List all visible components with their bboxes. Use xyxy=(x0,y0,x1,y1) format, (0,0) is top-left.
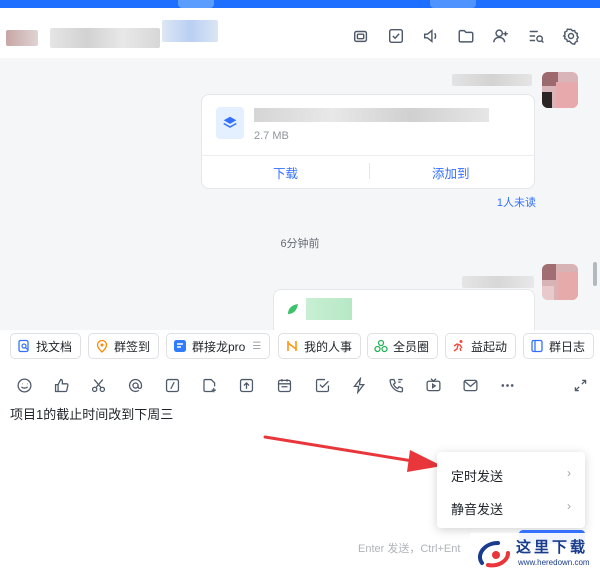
expand-editor-icon[interactable] xyxy=(570,375,590,395)
chat-title-blurred xyxy=(50,28,160,48)
download-button[interactable]: 下载 xyxy=(273,163,298,182)
task-check-icon[interactable] xyxy=(378,26,413,46)
video-meeting-icon[interactable] xyxy=(343,26,378,46)
quick-app-bar: 找文档 群签到 群接龙pro ☰ 我的人事 全员圈 益起动 群日志 xyxy=(0,330,600,364)
file-message-card[interactable]: 2.7 MB 下载 添加到 xyxy=(201,94,535,189)
header-toolbar xyxy=(343,26,588,46)
send-options-menu: 定时发送 › 静音发送 › xyxy=(437,452,585,528)
file-layers-icon xyxy=(216,107,244,139)
more-icon[interactable] xyxy=(497,375,517,395)
emoji-icon[interactable] xyxy=(14,375,34,395)
lightning-icon[interactable] xyxy=(349,375,369,395)
location-pin-icon xyxy=(95,339,109,353)
group-avatar-blurred[interactable] xyxy=(6,30,38,46)
sender-avatar-2[interactable] xyxy=(542,264,578,300)
scheduled-send-item[interactable]: 定时发送 xyxy=(451,466,503,485)
message-card-2[interactable] xyxy=(273,289,535,330)
folder-icon[interactable] xyxy=(448,26,483,46)
chat-header xyxy=(0,8,600,58)
upload-file-icon[interactable] xyxy=(236,375,256,395)
app-leaf-icon xyxy=(286,302,300,316)
sender-name-blurred-2 xyxy=(462,276,534,288)
announcement-icon[interactable] xyxy=(413,26,448,46)
task-icon[interactable] xyxy=(312,375,332,395)
window-top-strip xyxy=(0,0,600,8)
site-watermark: 这里下载 www.heredown.com xyxy=(470,533,600,573)
card-content-blurred xyxy=(306,298,352,320)
file-card-divider xyxy=(202,155,534,156)
circle-icon xyxy=(374,339,388,353)
ding-call-icon[interactable] xyxy=(386,375,406,395)
scissors-icon[interactable] xyxy=(88,375,108,395)
hr-icon xyxy=(285,339,299,353)
add-to-button[interactable]: 添加到 xyxy=(432,163,470,182)
settings-gear-icon[interactable] xyxy=(553,26,588,46)
chevron-right-icon: › xyxy=(567,466,571,480)
quick-app-find-doc[interactable]: 找文档 xyxy=(10,333,82,359)
top-tab-active[interactable] xyxy=(430,0,476,8)
log-icon xyxy=(530,339,544,353)
annotation-arrow xyxy=(263,435,442,472)
file-button-divider xyxy=(369,163,370,179)
add-member-icon[interactable] xyxy=(483,26,518,46)
sender-avatar[interactable] xyxy=(542,72,578,108)
live-tv-icon[interactable] xyxy=(423,375,443,395)
thumbs-up-icon[interactable] xyxy=(51,375,71,395)
new-doc-icon[interactable] xyxy=(199,375,219,395)
watermark-url: www.heredown.com xyxy=(518,558,590,567)
mention-at-icon[interactable] xyxy=(125,375,145,395)
top-tab-highlight xyxy=(178,0,214,8)
read-status[interactable]: 1人未读 xyxy=(497,194,536,210)
message-list[interactable]: 2.7 MB 下载 添加到 1人未读 6分钟前 xyxy=(0,58,600,330)
quick-app-checkin[interactable]: 群签到 xyxy=(88,333,160,359)
file-size: 2.7 MB xyxy=(254,130,289,142)
mail-icon[interactable] xyxy=(460,375,480,395)
quick-app-group-log[interactable]: 群日志 xyxy=(523,333,595,359)
file-name-blurred xyxy=(254,108,489,122)
message-input[interactable]: 项目1的截止时间改到下周三 xyxy=(10,404,173,423)
chat-tag-blurred xyxy=(162,20,218,42)
chip-menu-icon[interactable]: ☰ xyxy=(252,341,261,352)
send-shortcut-hint: Enter 发送，Ctrl+Ent xyxy=(358,543,461,555)
chevron-right-icon: › xyxy=(567,499,571,513)
quick-app-all-staff[interactable]: 全员圈 xyxy=(367,333,439,359)
doc-search-icon xyxy=(17,339,31,353)
search-history-icon[interactable] xyxy=(518,26,553,46)
calendar-icon[interactable] xyxy=(274,375,294,395)
runner-icon xyxy=(452,339,466,353)
watermark-text: 这里下载 xyxy=(516,538,589,556)
quick-app-relay-pro[interactable]: 群接龙pro ☰ xyxy=(166,333,271,359)
relay-icon xyxy=(173,339,187,353)
quick-app-my-hr[interactable]: 我的人事 xyxy=(278,333,362,359)
message-timestamp: 6分钟前 xyxy=(280,238,320,250)
silent-send-item[interactable]: 静音发送 xyxy=(451,499,503,518)
quick-app-yiqidong[interactable]: 益起动 xyxy=(445,333,517,359)
message-scrollbar[interactable] xyxy=(593,262,597,286)
slash-command-icon[interactable] xyxy=(162,375,182,395)
watermark-logo-icon xyxy=(478,541,510,568)
input-toolbar xyxy=(0,370,600,400)
sender-name-blurred xyxy=(452,74,532,86)
